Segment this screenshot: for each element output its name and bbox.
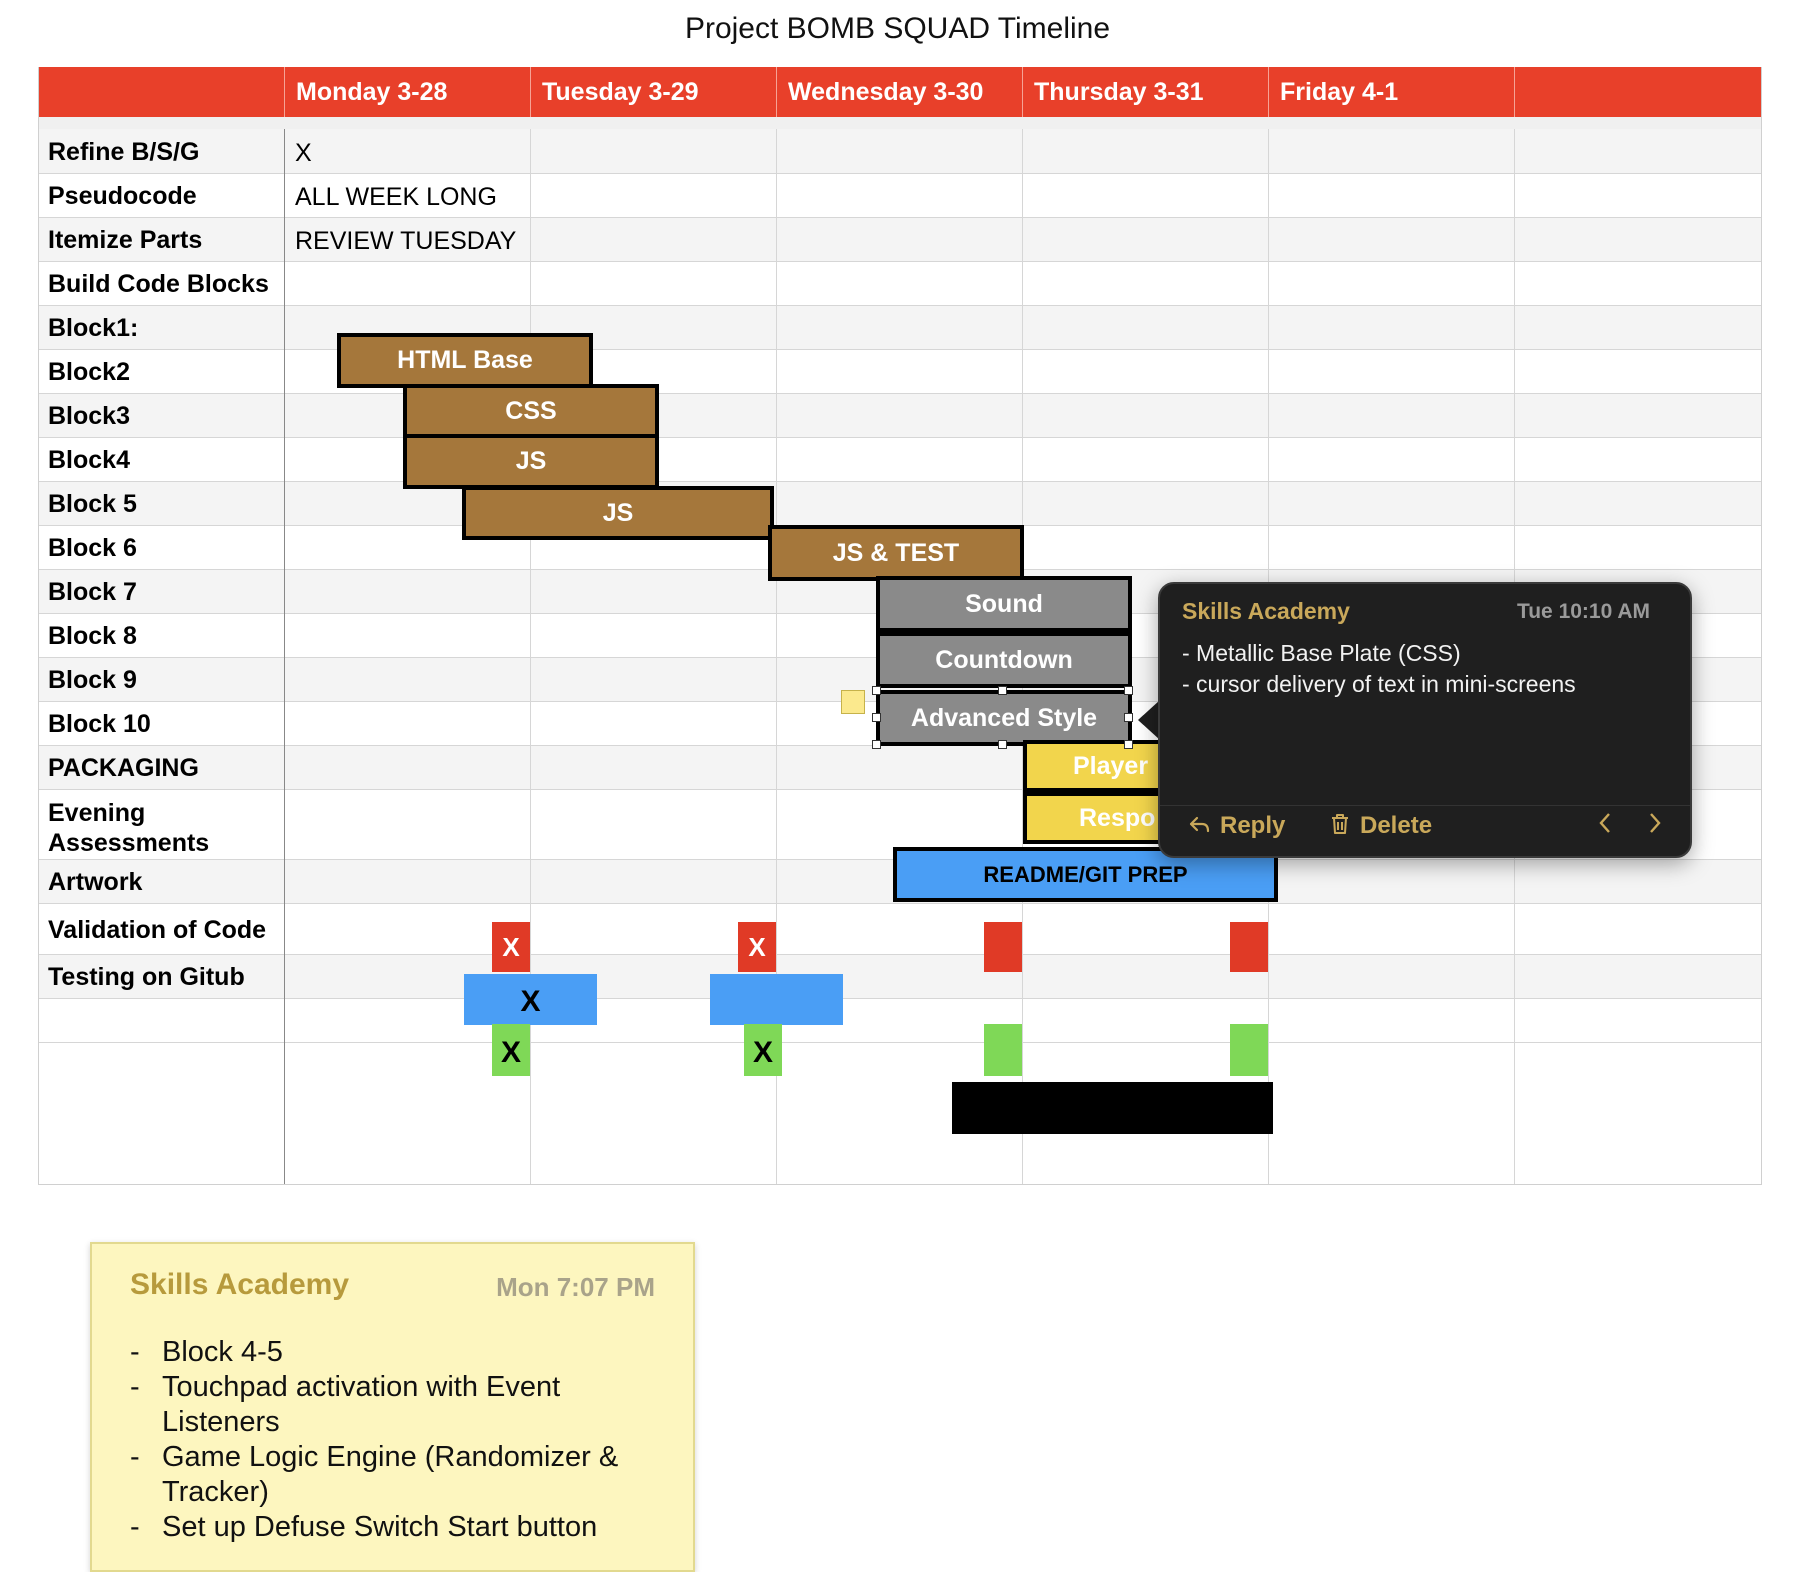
note-list-item: - Block 4-5 (130, 1336, 283, 1369)
note-item-text: Set up Defuse Switch Start button (162, 1511, 598, 1543)
note-item-text: Listeners (162, 1406, 280, 1438)
trash-icon (1332, 814, 1348, 834)
selection-handle[interactable] (1124, 686, 1133, 695)
assessment-mark (1230, 922, 1268, 972)
bullet-dash: - (130, 1336, 140, 1368)
validation-mark (1230, 1024, 1268, 1076)
bullet-dash: - (130, 1371, 140, 1403)
popup-pointer (1138, 700, 1160, 740)
testing-bar[interactable] (952, 1082, 1273, 1134)
validation-mark (984, 1024, 1022, 1076)
validation-mark: X (744, 1024, 782, 1076)
note-item-text: Game Logic Engine (Randomizer & (162, 1441, 619, 1473)
bullet-dash: - (130, 1441, 140, 1473)
block-response[interactable]: Respo (1023, 792, 1163, 844)
selection-handle[interactable] (1124, 740, 1133, 749)
block-js-test[interactable]: JS & TEST (768, 525, 1024, 581)
selection-handle[interactable] (872, 686, 881, 695)
comment-marker-icon[interactable] (841, 690, 865, 714)
assessment-mark: X (492, 922, 530, 972)
bullet-dash: - (130, 1511, 140, 1543)
note-item-text: Block 4-5 (162, 1336, 283, 1368)
block-sound[interactable]: Sound (876, 576, 1132, 632)
selection-handle[interactable] (998, 740, 1007, 749)
selection-handle[interactable] (872, 713, 881, 722)
block-player[interactable]: Player I (1023, 740, 1163, 792)
selection-handle[interactable] (1124, 713, 1133, 722)
comment-time: Tue 10:10 AM (1516, 600, 1650, 623)
validation-mark: X (492, 1024, 530, 1076)
note-time: Mon 7:07 PM (496, 1272, 655, 1302)
block-js[interactable]: JS (403, 434, 659, 489)
reply-arrow-icon (1189, 816, 1210, 833)
reply-label: Reply (1220, 812, 1286, 839)
note-list-item: - Set up Defuse Switch Start button (130, 1511, 597, 1544)
popup-divider (1160, 805, 1690, 806)
comment-line: - Metallic Base Plate (CSS) (1182, 640, 1461, 666)
next-comment-button[interactable] (1647, 810, 1663, 843)
note-list-item: - Game Logic Engine (Randomizer & (130, 1441, 618, 1474)
sticky-note[interactable]: Skills Academy Mon 7:07 PM - Block 4-5- To… (90, 1242, 695, 1572)
note-list-item: Tracker) (130, 1476, 269, 1509)
block-advanced-style[interactable]: Advanced Style (876, 690, 1132, 746)
delete-label: Delete (1360, 812, 1433, 839)
comment-author: Skills Academy (1182, 598, 1350, 624)
artwork-mark (710, 974, 843, 1025)
selection-handle[interactable] (872, 740, 881, 749)
note-list-item: - Touchpad activation with Event (130, 1371, 560, 1404)
reply-button[interactable]: Reply (1188, 812, 1285, 840)
block-countdown[interactable]: Countdown (876, 632, 1132, 688)
block-html-base[interactable]: HTML Base (337, 333, 593, 388)
delete-button[interactable]: Delete (1330, 812, 1432, 840)
chevron-right-icon (1650, 813, 1661, 833)
page-title: Project BOMB SQUAD Timeline (684, 12, 1111, 45)
block-js[interactable]: JS (462, 486, 774, 540)
chevron-left-icon (1599, 813, 1610, 833)
assessment-mark: X (738, 922, 776, 972)
note-author: Skills Academy (130, 1268, 350, 1301)
note-list-item: Listeners (130, 1406, 280, 1439)
selection-handle[interactable] (998, 686, 1007, 695)
comment-popup: Skills Academy Tue 10:10 AM - Metallic B… (1158, 582, 1692, 858)
note-item-text: Tracker) (162, 1476, 269, 1508)
note-item-text: Touchpad activation with Event (162, 1371, 561, 1403)
previous-comment-button[interactable] (1597, 810, 1613, 843)
artwork-mark: X (464, 974, 597, 1025)
comment-line: - cursor delivery of text in mini-screen… (1182, 671, 1576, 697)
assessment-mark (984, 922, 1022, 972)
block-css[interactable]: CSS (403, 384, 659, 438)
